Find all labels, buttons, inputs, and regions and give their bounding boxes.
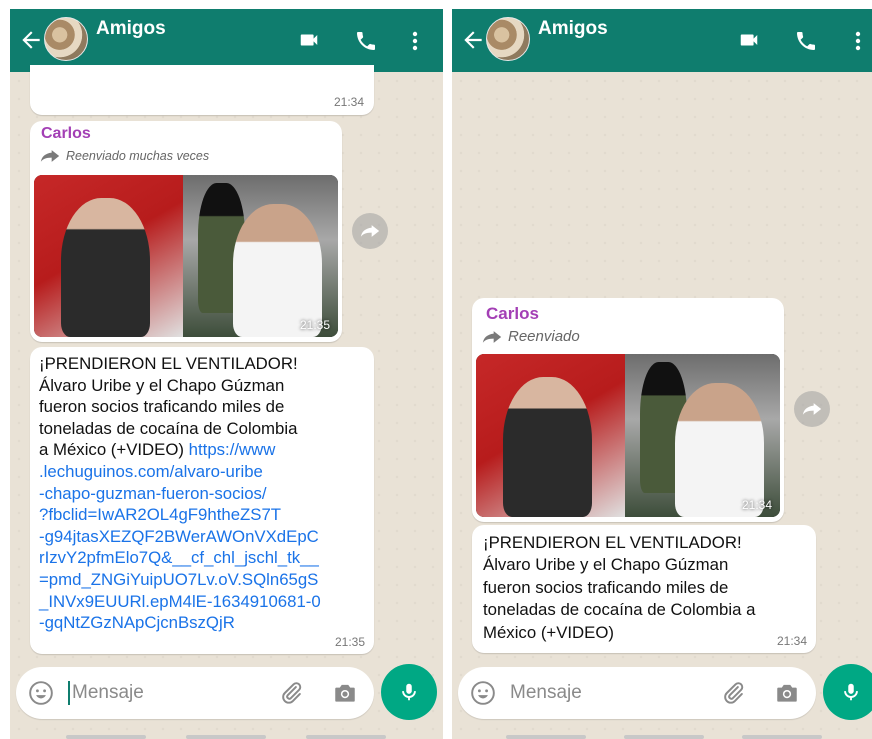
message-body[interactable]: ¡PRENDIERON EL VENTILADOR! Álvaro Uribe …: [39, 353, 321, 634]
message-link[interactable]: -gqNtZGzNApCjcnBszQjR: [39, 613, 235, 632]
previous-message-bubble[interactable]: 21:34: [30, 65, 374, 115]
forwarded-label: Reenviado: [482, 328, 580, 345]
forwarded-text: Reenviado: [508, 328, 580, 345]
text-cursor: [68, 681, 70, 705]
message-image[interactable]: 21:34: [476, 354, 780, 517]
image-time: 21:34: [741, 498, 772, 512]
forward-button[interactable]: [794, 391, 830, 427]
phone-call-icon[interactable]: [354, 29, 378, 53]
forwarded-text: Reenviado muchas veces: [66, 149, 210, 163]
forwarded-image-bubble[interactable]: Carlos Reenviado muchas veces 21:35: [30, 121, 342, 342]
share-arrow-icon: [360, 225, 380, 237]
message-line: a México (+VIDEO): [39, 440, 189, 460]
attach-icon[interactable]: [720, 680, 746, 706]
message-link[interactable]: -chapo-guzman-fueron-socios/: [39, 484, 267, 503]
nav-bar-pill: [66, 735, 146, 739]
chat-title[interactable]: Amigos: [538, 18, 608, 40]
message-line: fueron socios traficando miles de: [483, 577, 729, 597]
nav-bar-pill: [306, 735, 386, 739]
camera-icon[interactable]: [774, 680, 800, 706]
forwarded-image-bubble[interactable]: Carlos Reenviado 21:34: [472, 298, 784, 522]
chat-header: Amigos: [10, 9, 443, 72]
message-line: ¡PRENDIERON EL VENTILADOR!: [483, 533, 742, 552]
nav-bar-pill: [624, 735, 704, 739]
image-right-half: [624, 354, 780, 517]
message-time: 21:34: [776, 634, 807, 648]
more-options-icon[interactable]: [851, 29, 865, 53]
camera-icon[interactable]: [332, 680, 358, 706]
emoji-icon[interactable]: [28, 680, 54, 706]
back-arrow-icon[interactable]: [460, 27, 486, 53]
image-time: 21:35: [299, 318, 330, 332]
forward-arrow-icon: [40, 150, 60, 162]
group-avatar[interactable]: [486, 17, 530, 61]
chat-screen-left: Amigos 21:34 Carlos Reenviado muchas vec…: [10, 9, 443, 739]
video-call-icon[interactable]: [296, 29, 322, 51]
nav-bar-pill: [742, 735, 822, 739]
emoji-icon[interactable]: [470, 680, 496, 706]
attach-icon[interactable]: [278, 680, 304, 706]
message-link[interactable]: .lechuguinos.com/alvaro-uribe: [39, 462, 263, 481]
message-link[interactable]: =pmd_ZNGiYuipUO7Lv.oV.SQln65gS: [39, 570, 318, 589]
message-text-bubble[interactable]: ¡PRENDIERON EL VENTILADOR! Álvaro Uribe …: [30, 347, 374, 654]
forward-arrow-icon: [482, 330, 502, 343]
video-call-icon[interactable]: [736, 29, 762, 51]
message-image[interactable]: 21:35: [34, 175, 338, 337]
message-link[interactable]: _INVx9EUURl.epM4lE-1634910681-0: [39, 592, 321, 611]
sender-name[interactable]: Carlos: [41, 125, 91, 143]
nav-bar-pill: [506, 735, 586, 739]
message-line: Álvaro Uribe y el Chapo Gúzman: [483, 555, 729, 575]
forwarded-label: Reenviado muchas veces: [40, 149, 209, 163]
image-left-half: [34, 175, 183, 337]
image-right-half: [182, 175, 338, 337]
message-link[interactable]: https://www: [189, 440, 276, 459]
chat-title[interactable]: Amigos: [96, 18, 166, 40]
message-input[interactable]: Mensaje: [510, 682, 582, 704]
message-line: ¡PRENDIERON EL VENTILADOR!: [39, 354, 298, 373]
message-body[interactable]: ¡PRENDIERON EL VENTILADOR! Álvaro Uribe …: [483, 532, 755, 644]
voice-message-button[interactable]: [381, 664, 437, 720]
phone-call-icon[interactable]: [794, 29, 818, 53]
chat-header: Amigos: [452, 9, 872, 72]
message-line: toneladas de cocaína de Colombia a: [483, 600, 756, 620]
message-line: fueron socios traficando miles de: [39, 397, 285, 417]
group-avatar[interactable]: [44, 17, 88, 61]
message-input-bar[interactable]: Mensaje: [458, 667, 816, 719]
chat-screen-right: Amigos Carlos Reenviado 21:34 ¡PRENDIERO…: [452, 9, 872, 739]
message-time: 21:34: [333, 95, 364, 109]
microphone-icon: [844, 683, 858, 701]
microphone-icon: [402, 683, 416, 701]
image-left-half: [476, 354, 625, 517]
message-input-bar[interactable]: Mensaje: [16, 667, 374, 719]
message-text-bubble[interactable]: ¡PRENDIERON EL VENTILADOR! Álvaro Uribe …: [472, 525, 816, 653]
nav-bar-pill: [186, 735, 266, 739]
forward-button[interactable]: [352, 213, 388, 249]
share-arrow-icon: [802, 403, 822, 415]
more-options-icon[interactable]: [408, 29, 422, 53]
back-arrow-icon[interactable]: [18, 27, 44, 53]
message-link[interactable]: rIzvY2pfmElo7Q&__cf_chl_jschl_tk__: [39, 548, 319, 567]
sender-name[interactable]: Carlos: [486, 304, 539, 324]
message-input[interactable]: Mensaje: [72, 682, 144, 704]
message-link[interactable]: -g94jtasXEZQF2BWerAWOnVXdEpC: [39, 527, 319, 546]
voice-message-button[interactable]: [823, 664, 872, 720]
message-line: México (+VIDEO): [483, 622, 615, 642]
message-line: toneladas de cocaína de Colombia: [39, 418, 298, 438]
message-time: 21:35: [334, 635, 365, 649]
message-link[interactable]: ?fbclid=IwAR2OL4gF9htheZS7T: [39, 505, 281, 524]
message-line: Álvaro Uribe y el Chapo Gúzman: [39, 375, 285, 395]
